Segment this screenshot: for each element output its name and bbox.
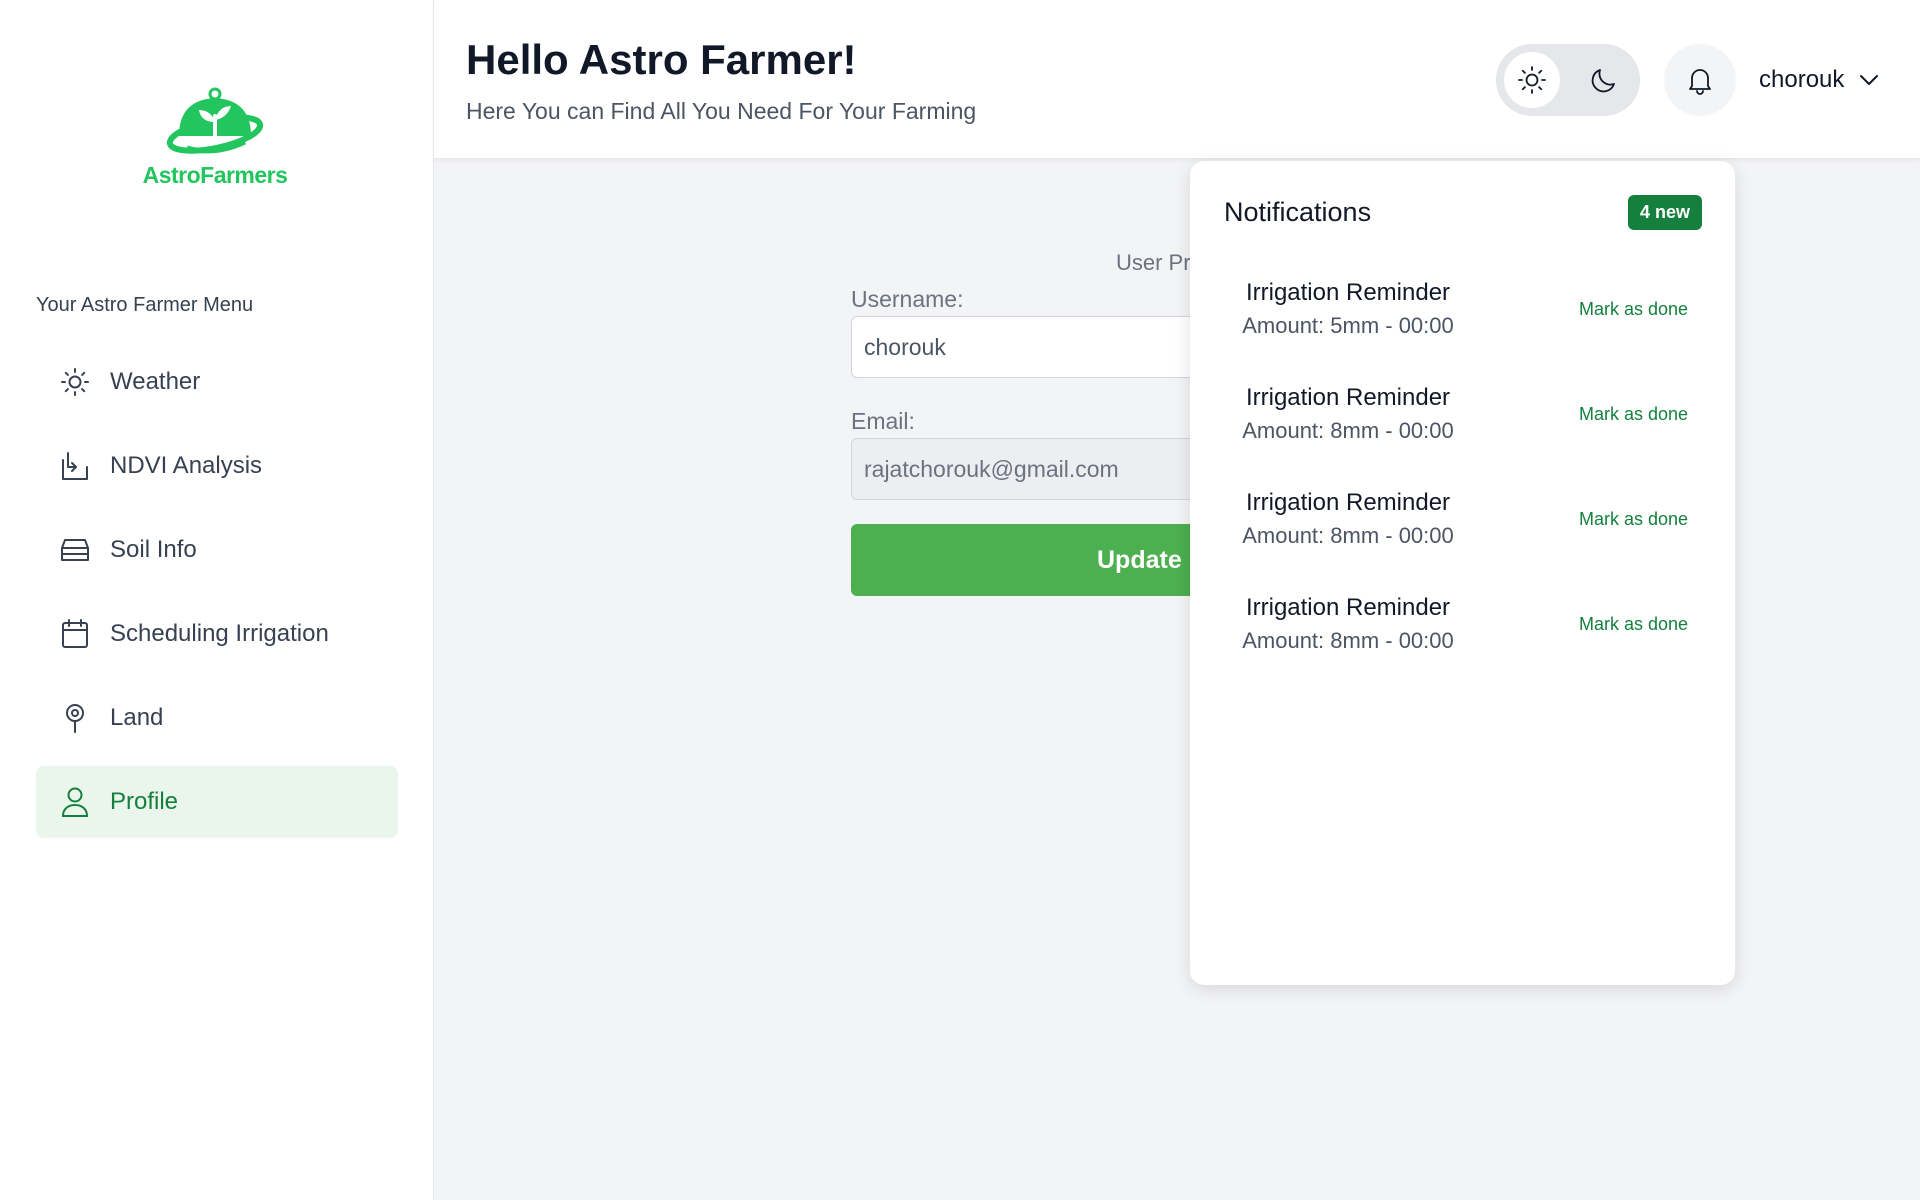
sidebar-item-label: NDVI Analysis [110, 452, 263, 479]
sidebar-item-scheduling-irrigation[interactable]: Scheduling Irrigation [36, 598, 398, 670]
user-name: chorouk [1759, 66, 1845, 93]
sun-icon [1518, 66, 1546, 94]
sidebar: AstroFarmers Your Astro Farmer Menu Weat… [0, 0, 434, 1200]
sidebar-item-label: Soil Info [110, 536, 197, 563]
user-menu[interactable]: chorouk [1759, 62, 1880, 98]
mark-as-done-link[interactable]: Mark as done [1579, 509, 1688, 530]
notification-title: Irrigation Reminder [1245, 489, 1451, 516]
logo-text: AstroFarmers [142, 162, 288, 188]
notifications-button[interactable] [1664, 44, 1736, 116]
sidebar-menu: Weather NDVI Analysis Soil Info Scheduli… [36, 346, 398, 850]
moon-icon [1591, 69, 1615, 93]
sidebar-item-label: Profile [110, 788, 179, 815]
notifications-panel: Notifications 4 new Irrigation Reminder … [1190, 161, 1735, 985]
notification-item: Irrigation Reminder Amount: 8mm - 00:00 … [1190, 594, 1735, 699]
top-header: Hello Astro Farmer! Here You can Find Al… [434, 0, 1920, 159]
soil-icon [58, 533, 92, 567]
notification-amount: Amount: 8mm - 00:00 [1242, 628, 1454, 653]
sidebar-item-label: Land [110, 704, 164, 731]
sun-icon [58, 365, 92, 399]
notification-amount: Amount: 8mm - 00:00 [1242, 418, 1454, 443]
notifications-title: Notifications [1224, 197, 1372, 227]
map-pin-icon [58, 701, 92, 735]
sidebar-item-label: Scheduling Irrigation [110, 620, 329, 647]
sidebar-item-soil-info[interactable]: Soil Info [36, 514, 398, 586]
notification-item: Irrigation Reminder Amount: 8mm - 00:00 … [1190, 489, 1735, 594]
logo-icon [166, 87, 264, 154]
new-count-badge: 4 new [1627, 195, 1702, 230]
user-icon [58, 785, 92, 819]
notification-amount: Amount: 5mm - 00:00 [1242, 313, 1454, 338]
chevron-down-icon [1860, 75, 1879, 85]
email-label: Email: [851, 408, 915, 434]
notification-item: Irrigation Reminder Amount: 5mm - 00:00 … [1190, 279, 1735, 384]
dark-mode-button[interactable] [1576, 52, 1632, 108]
mark-as-done-link[interactable]: Mark as done [1579, 299, 1688, 320]
notification-amount: Amount: 8mm - 00:00 [1242, 523, 1454, 548]
form-title: User Pr [1116, 250, 1191, 275]
notification-item: Irrigation Reminder Amount: 8mm - 00:00 … [1190, 384, 1735, 489]
sidebar-item-profile[interactable]: Profile [36, 766, 398, 838]
notification-title: Irrigation Reminder [1245, 279, 1451, 306]
sidebar-item-land[interactable]: Land [36, 682, 398, 754]
notification-title: Irrigation Reminder [1245, 384, 1451, 411]
page-subtitle: Here You can Find All You Need For Your … [466, 98, 977, 124]
theme-toggle[interactable] [1496, 44, 1640, 116]
notifications-list: Irrigation Reminder Amount: 5mm - 00:00 … [1190, 279, 1735, 699]
notification-title: Irrigation Reminder [1245, 594, 1451, 621]
ndvi-icon [58, 449, 92, 483]
bell-icon [1689, 69, 1711, 95]
page-title: Hello Astro Farmer! [466, 36, 857, 83]
sidebar-item-label: Weather [110, 368, 201, 395]
calendar-icon [58, 617, 92, 651]
menu-title: Your Astro Farmer Menu [36, 294, 254, 316]
sidebar-item-ndvi-analysis[interactable]: NDVI Analysis [36, 430, 398, 502]
mark-as-done-link[interactable]: Mark as done [1579, 404, 1688, 425]
username-label: Username: [851, 286, 964, 312]
light-mode-button[interactable] [1504, 52, 1560, 108]
mark-as-done-link[interactable]: Mark as done [1579, 614, 1688, 635]
logo[interactable]: AstroFarmers [140, 84, 290, 194]
sidebar-item-weather[interactable]: Weather [36, 346, 398, 418]
